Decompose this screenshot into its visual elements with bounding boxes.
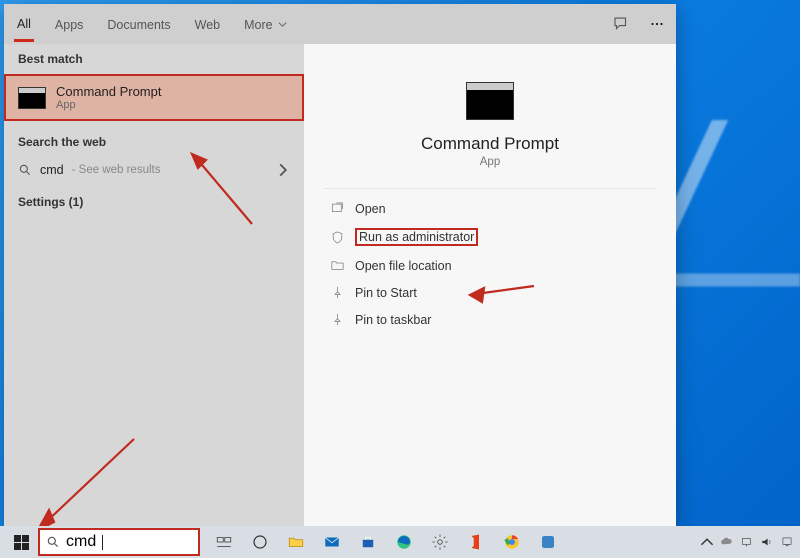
windows-logo-icon [14,535,29,550]
search-icon [46,535,60,549]
settings-header[interactable]: Settings (1) [4,187,304,217]
taskbar-chrome[interactable] [494,526,530,558]
command-prompt-icon [18,87,46,109]
chevron-down-icon [278,20,287,29]
taskbar-explorer[interactable] [278,526,314,558]
web-result-query: cmd [40,163,64,177]
store-icon [359,533,377,551]
action-open-label: Open [355,202,386,216]
action-open-location-label: Open file location [355,259,452,273]
notifications-icon[interactable] [780,535,794,549]
gear-icon [431,533,449,551]
start-button[interactable] [4,526,38,558]
preview-app-title: Command Prompt [324,134,656,154]
folder-icon [330,258,345,273]
more-options-icon[interactable] [648,15,666,33]
action-pin-taskbar-label: Pin to taskbar [355,313,431,327]
best-match-subtitle: App [56,99,161,111]
preview-app-subtitle: App [324,156,656,168]
preview-command-prompt-icon [466,82,514,120]
highlight-best-match-box: Command Prompt App [4,74,304,121]
admin-shield-icon [330,230,345,245]
tray-chevron-up-icon[interactable] [700,535,714,549]
system-tray [700,535,800,549]
tab-web[interactable]: Web [192,8,223,40]
action-run-admin-label: Run as administrator [355,228,478,246]
start-search-panel: All Apps Documents Web More Best match C… [4,4,676,526]
taskbar: cmd [0,526,800,558]
office-icon [467,533,485,551]
taskbar-store[interactable] [350,526,386,558]
web-result-suffix: - See web results [72,164,161,176]
feedback-icon[interactable] [612,15,630,33]
edge-icon [395,533,413,551]
text-caret [102,535,103,550]
search-results-left: Best match Command Prompt App Search the… [4,44,304,526]
action-pin-to-taskbar[interactable]: Pin to taskbar [324,306,656,333]
taskbar-office[interactable] [458,526,494,558]
chevron-right-icon [276,163,290,177]
mail-icon [323,533,341,551]
network-icon[interactable] [740,535,754,549]
action-pin-start-label: Pin to Start [355,286,417,300]
taskbar-search-value: cmd [66,533,96,551]
search-icon [18,163,32,177]
tab-documents[interactable]: Documents [104,8,173,40]
pin-icon [330,285,345,300]
task-view-icon [215,533,233,551]
taskbar-app[interactable] [530,526,566,558]
web-result-cmd[interactable]: cmd - See web results [4,157,304,183]
tab-more[interactable]: More [241,8,290,40]
cortana-button[interactable] [242,526,278,558]
divider [324,188,656,189]
app-icon [539,533,557,551]
best-match-title: Command Prompt [56,84,161,99]
pin-taskbar-icon [330,312,345,327]
taskbar-settings[interactable] [422,526,458,558]
action-open-file-location[interactable]: Open file location [324,252,656,279]
tab-apps[interactable]: Apps [52,8,87,40]
tab-more-label: More [244,18,272,32]
taskbar-search-box[interactable]: cmd [38,528,200,556]
action-open[interactable]: Open [324,195,656,222]
task-view-button[interactable] [206,526,242,558]
folder-icon [287,533,305,551]
search-the-web-header: Search the web [4,127,304,157]
cortana-circle-icon [251,533,269,551]
best-match-header: Best match [4,44,304,74]
taskbar-mail[interactable] [314,526,350,558]
action-pin-to-start[interactable]: Pin to Start [324,279,656,306]
search-filter-tabs: All Apps Documents Web More [4,4,676,44]
chrome-icon [503,533,521,551]
volume-icon[interactable] [760,535,774,549]
onedrive-icon[interactable] [720,535,734,549]
search-preview-panel: Command Prompt App Open Run as administr… [304,44,676,526]
best-match-command-prompt[interactable]: Command Prompt App [6,76,302,119]
action-run-as-administrator[interactable]: Run as administrator [324,222,656,252]
open-icon [330,201,345,216]
tab-all[interactable]: All [14,7,34,42]
taskbar-edge[interactable] [386,526,422,558]
